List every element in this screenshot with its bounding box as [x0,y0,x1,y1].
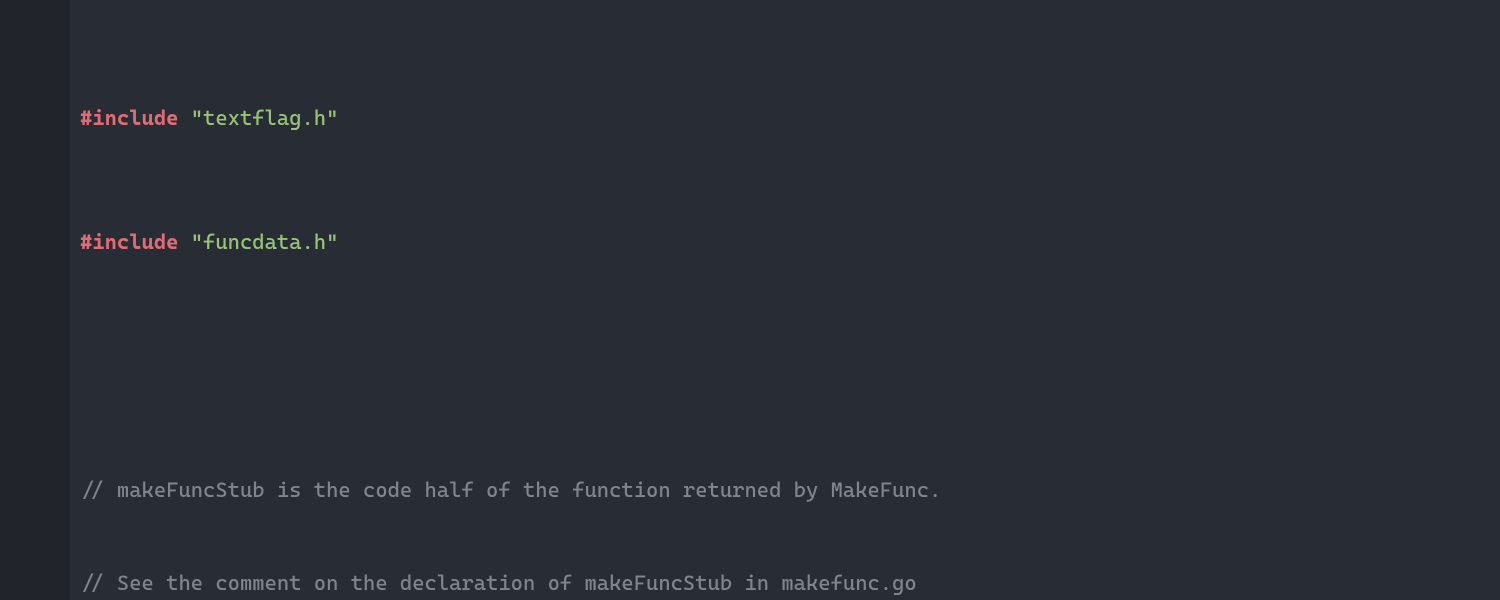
preproc-include: #include [80,230,178,254]
code-area[interactable]: #include "textflag.h" #include "funcdata… [80,10,1500,600]
include-path: "textflag.h" [191,106,339,130]
code-line[interactable]: #include "textflag.h" [80,103,1500,134]
gutter [0,0,70,600]
code-editor[interactable]: #include "textflag.h" #include "funcdata… [0,0,1500,600]
blank-line[interactable] [80,351,1500,382]
comment: // See the comment on the declaration of… [80,571,917,595]
code-line[interactable]: #include "funcdata.h" [80,227,1500,258]
code-line[interactable]: // See the comment on the declaration of… [80,568,1500,599]
preproc-include: #include [80,106,178,130]
include-path: "funcdata.h" [191,230,339,254]
code-line[interactable]: // makeFuncStub is the code half of the … [80,475,1500,506]
comment: // makeFuncStub is the code half of the … [80,478,941,502]
space [178,230,190,254]
space [178,106,190,130]
